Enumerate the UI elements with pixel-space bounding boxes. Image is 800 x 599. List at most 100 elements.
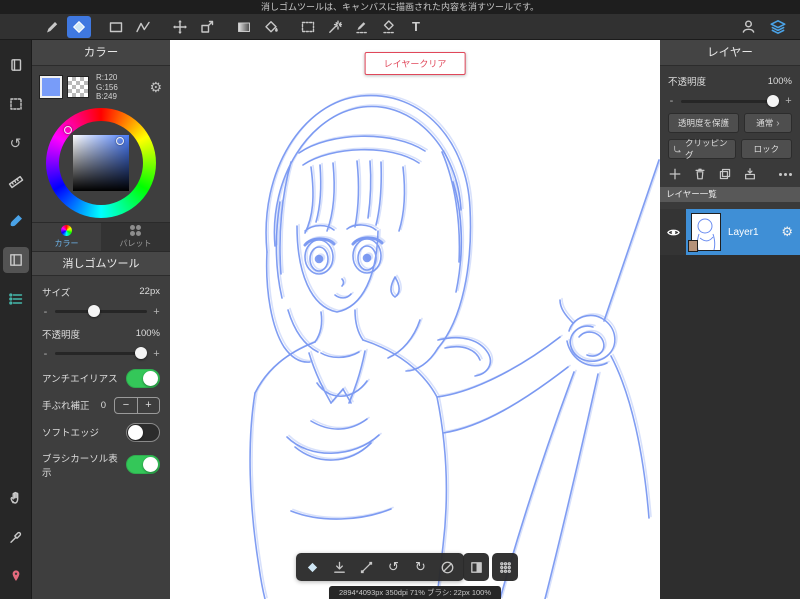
tool-bucket-button[interactable] <box>259 16 283 38</box>
opacity-slider-knob[interactable] <box>135 347 147 359</box>
layer-opacity-knob[interactable] <box>767 94 779 107</box>
layer-settings-button[interactable]: ⚙ <box>781 224 793 240</box>
material-button[interactable] <box>736 16 760 38</box>
brush-cursor-row: ブラシカーソル表示 <box>32 451 170 479</box>
stabilize-plus-button[interactable]: + <box>137 397 159 413</box>
canvas-flip-button[interactable] <box>463 553 489 581</box>
chevron-right-icon: › <box>776 117 780 129</box>
layer-opacity-minus[interactable]: - <box>668 95 675 107</box>
size-slider-knob[interactable] <box>88 305 101 317</box>
color-wheel-icon <box>61 224 72 236</box>
brush-cursor-toggle[interactable] <box>126 455 160 474</box>
stabilize-row: 手ぶれ補正 0 − + <box>32 396 170 414</box>
hue-picker-dot[interactable] <box>64 125 72 134</box>
tool-select-pen-button[interactable] <box>350 16 374 38</box>
sidebar-reference-button[interactable] <box>3 563 29 589</box>
transform-icon <box>201 20 214 33</box>
layer-more-button[interactable] <box>779 172 792 176</box>
transparent-color-swatch[interactable] <box>67 76 89 99</box>
tab-palette-label: パレット <box>119 238 152 248</box>
layer-row-layer1[interactable]: Layer1 ⚙ <box>660 209 800 255</box>
size-slider-track[interactable] <box>55 305 147 317</box>
quick-save-button[interactable] <box>327 555 352 579</box>
tool-lasso-select-button[interactable] <box>296 16 320 38</box>
foreground-color-swatch[interactable] <box>39 75 63 100</box>
add-layer-button[interactable] <box>668 167 682 181</box>
layer-clear-button[interactable]: レイヤークリア <box>364 52 466 75</box>
canvas-status-bar: 2894*4093px 350dpi 71% ブラシ: 22px 100% <box>328 586 502 599</box>
tool-gradient-button[interactable] <box>232 16 256 38</box>
protect-alpha-button[interactable]: 透明度を保護 <box>668 113 739 133</box>
stabilize-value: 0 <box>100 399 106 411</box>
ruler-icon <box>8 175 23 189</box>
layer-visibility-button[interactable] <box>660 209 686 255</box>
duplicate-layer-button[interactable] <box>718 167 732 181</box>
layer-opacity-plus[interactable]: + <box>785 95 792 107</box>
blend-mode-button[interactable]: 通常 › <box>743 113 792 133</box>
tool-text-button[interactable]: T <box>404 16 428 38</box>
redo-button[interactable]: ↻ <box>408 555 433 579</box>
sidebar-ruler-button[interactable] <box>3 169 29 195</box>
pen-icon <box>47 21 58 32</box>
undo-button[interactable]: ↺ <box>381 555 406 579</box>
sidebar-rotate-reset-button[interactable]: ↺ <box>3 130 29 156</box>
tool-magic-wand-button[interactable] <box>323 16 347 38</box>
rotate-reset-icon: ↺ <box>9 134 22 151</box>
opacity-slider: - + <box>32 347 170 360</box>
layers-panel-button[interactable] <box>766 16 790 38</box>
sidebar-select-button[interactable] <box>3 91 29 117</box>
color-wheel[interactable] <box>46 107 156 218</box>
sidebar-eyedropper-button[interactable] <box>3 524 29 550</box>
merge-layer-button[interactable] <box>743 167 757 181</box>
lock-button[interactable]: ロック <box>740 139 792 159</box>
color-tabs: カラー パレット <box>32 221 170 252</box>
draw-disable-button[interactable] <box>435 555 460 579</box>
layers-icon <box>770 19 786 34</box>
sidebar-brush-button[interactable] <box>3 208 29 234</box>
sv-picker-dot[interactable] <box>116 136 124 145</box>
sidebar-tool-panel-button[interactable] <box>2 247 29 273</box>
delete-layer-button[interactable] <box>693 167 707 181</box>
antialias-toggle[interactable] <box>126 368 160 388</box>
tool-eraser-button[interactable] <box>67 15 91 38</box>
quick-line-tool-button[interactable] <box>354 555 379 579</box>
opacity-minus[interactable]: - <box>42 348 49 360</box>
quick-eraser-button[interactable] <box>300 555 325 579</box>
tab-palette[interactable]: パレット <box>101 223 170 251</box>
layer-thumbnail[interactable] <box>688 213 721 252</box>
tab-color[interactable]: カラー <box>32 222 101 251</box>
sidebar-journal-button[interactable] <box>3 52 29 78</box>
size-plus[interactable]: + <box>153 306 160 318</box>
text-tool-icon: T <box>412 19 420 34</box>
lock-label: ロック <box>753 144 780 154</box>
stabilize-minus-button[interactable]: − <box>115 398 137 413</box>
sidebar-hand-button[interactable] <box>3 485 29 511</box>
toolbar-drag-handle[interactable] <box>492 553 518 581</box>
rect-select-icon <box>109 21 123 32</box>
color-settings-button[interactable]: ⚙ <box>149 80 162 94</box>
magic-wand-icon <box>329 20 343 33</box>
canvas[interactable]: レイヤークリア ↺ ↻ 2894*4093px 350dpi 71% ブラシ: … <box>170 40 660 599</box>
sidebar-material-list-button[interactable] <box>3 286 29 312</box>
antialias-row: アンチエイリアス <box>32 368 170 388</box>
opacity-slider-track[interactable] <box>55 347 147 359</box>
tool-transform-button[interactable] <box>195 16 219 38</box>
layer-buttons-row-2: クリッピング ロック <box>668 138 792 160</box>
layer-opacity-value: 100% <box>767 75 792 87</box>
size-minus[interactable]: - <box>42 306 49 318</box>
material-stamp-icon <box>742 20 754 33</box>
tool-pen-button[interactable] <box>40 16 64 38</box>
tool-rect-select-button[interactable] <box>104 16 128 38</box>
opacity-plus[interactable]: + <box>153 348 160 360</box>
tool-move-button[interactable] <box>168 16 192 38</box>
opacity-value: 100% <box>135 328 160 339</box>
clipping-button[interactable]: クリッピング <box>668 138 736 160</box>
tool-polyline-select-button[interactable] <box>131 16 155 38</box>
softedge-toggle[interactable] <box>126 422 160 442</box>
antialias-label: アンチエイリアス <box>42 374 118 385</box>
app-window: 消しゴムツールは、キャンバスに描画された内容を消すツールです。 T ↺ カラー … <box>0 0 800 599</box>
layer-opacity-track[interactable] <box>681 94 779 107</box>
tool-select-eraser-button[interactable] <box>377 16 401 38</box>
left-sidebar: ↺ <box>0 40 32 599</box>
bucket-icon <box>265 20 278 32</box>
